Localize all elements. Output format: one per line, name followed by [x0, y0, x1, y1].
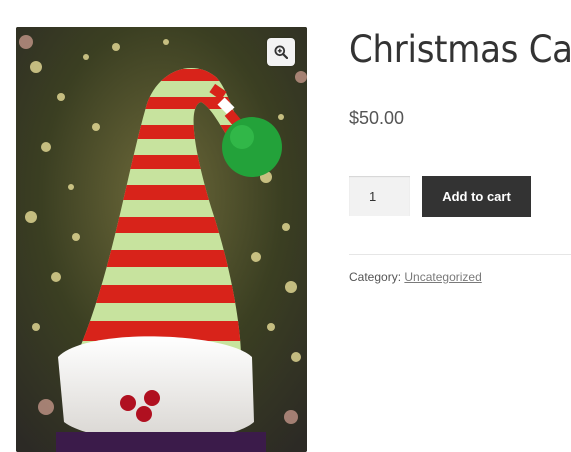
add-to-cart-form: Add to cart — [349, 176, 531, 217]
magnifier-plus-icon — [274, 45, 288, 59]
product-gallery — [16, 27, 307, 452]
category-label: Category: — [349, 270, 402, 284]
add-to-cart-button[interactable]: Add to cart — [422, 176, 531, 217]
product-price: $50.00 — [349, 108, 405, 128]
category-link[interactable]: Uncategorized — [404, 270, 481, 284]
quantity-input[interactable] — [349, 176, 410, 216]
product-image[interactable] — [16, 27, 307, 452]
product-title: Christmas Cap — [349, 28, 571, 71]
product-meta: Category: Uncategorized — [349, 270, 482, 284]
zoom-button[interactable] — [267, 38, 295, 66]
divider — [349, 254, 571, 255]
